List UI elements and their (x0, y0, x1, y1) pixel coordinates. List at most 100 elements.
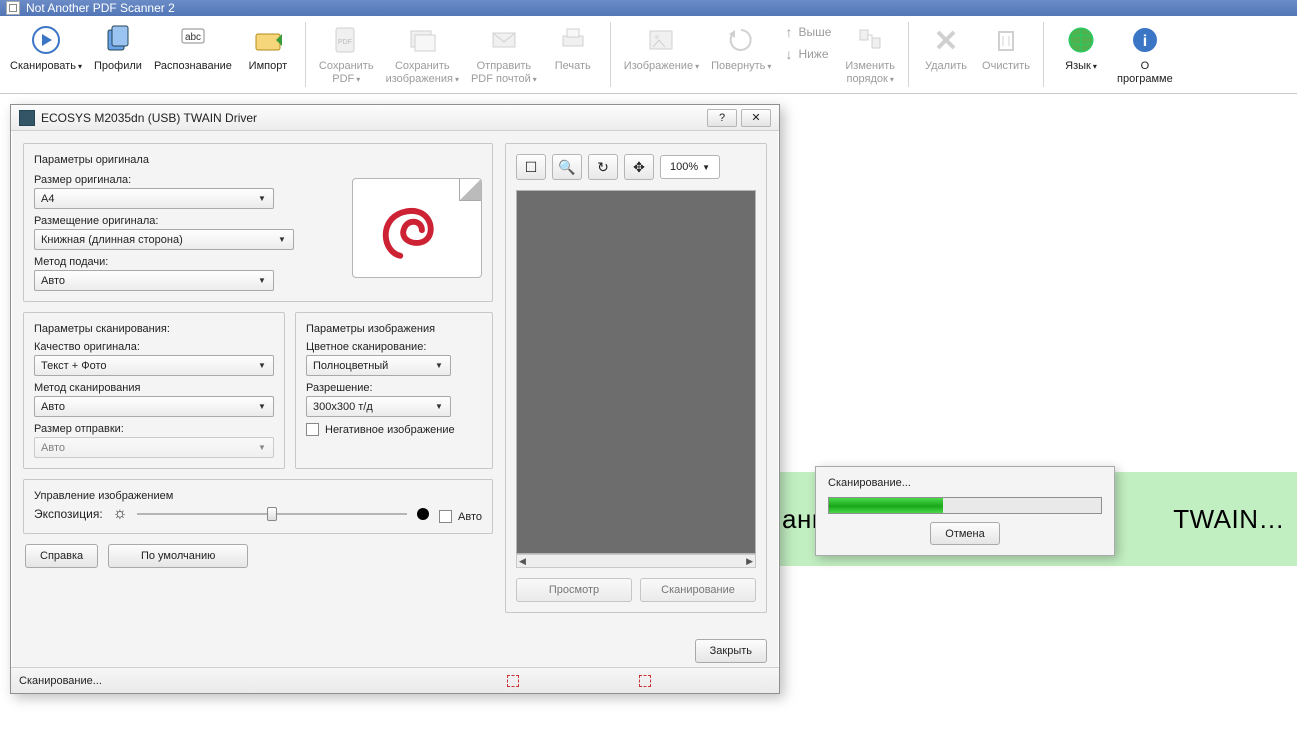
resolution-label: Разрешение: (306, 382, 482, 394)
svg-text:i: i (1143, 33, 1147, 50)
pan-tool[interactable]: ✥ (624, 154, 654, 180)
status-text: Сканирование... (19, 675, 102, 687)
scan-icon (28, 22, 64, 58)
app-titlebar: Not Another PDF Scanner 2 (0, 0, 1297, 16)
cancel-button[interactable]: Отмена (930, 522, 999, 545)
defaults-button[interactable]: По умолчанию (108, 544, 248, 568)
picture-icon (643, 22, 679, 58)
preview-scrollbar[interactable]: ◀▶ (516, 554, 756, 568)
exposure-label: Экспозиция: (34, 507, 103, 521)
move-up-button[interactable]: ↑Выше (781, 22, 835, 42)
chevron-down-icon: ▼ (255, 192, 269, 205)
progress-popup: Сканирование... Отмена (815, 466, 1115, 556)
delete-button[interactable]: Удалить (916, 18, 976, 77)
image-params-header: Параметры изображения (306, 323, 482, 335)
clear-icon (988, 22, 1024, 58)
app-title: Not Another PDF Scanner 2 (26, 1, 175, 15)
resolution-select[interactable]: 300х300 т/д▼ (306, 396, 451, 417)
method-select[interactable]: Авто▼ (34, 396, 274, 417)
zoom-combo[interactable]: 100% ▼ (660, 155, 720, 179)
method-label: Метод сканирования (34, 382, 274, 394)
checkbox-icon (306, 423, 319, 436)
orientation-label: Размещение оригинала: (34, 215, 340, 227)
zoom-tool[interactable]: 🔍 (552, 154, 582, 180)
import-icon (250, 22, 286, 58)
dialog-icon (19, 110, 35, 126)
app-icon (6, 1, 20, 15)
arrow-down-icon: ↓ (785, 46, 792, 62)
preview-panel: ☐ 🔍 ↻ ✥ 100% ▼ ◀▶ Просмотр Сканирование (505, 143, 767, 613)
quality-select[interactable]: Текст + Фото▼ (34, 355, 274, 376)
exposure-slider[interactable] (137, 513, 407, 515)
brightness-high-icon (417, 508, 429, 520)
language-button[interactable]: Язык▾ (1051, 18, 1111, 77)
save-images-button[interactable]: Сохранитьизображения▾ (380, 18, 465, 90)
chevron-down-icon: ▼ (432, 359, 446, 372)
progress-title: Сканирование... (828, 477, 1102, 489)
size-label: Размер оригинала: (34, 174, 340, 186)
reorder-button[interactable]: Изменитьпорядок▾ (839, 18, 901, 90)
preview-canvas[interactable] (516, 190, 756, 554)
profiles-button[interactable]: Профили (88, 18, 148, 77)
scan-params-group: Параметры сканирования: Качество оригина… (23, 312, 285, 469)
chevron-down-icon: ▼ (255, 441, 269, 454)
color-select[interactable]: Полноцветный▼ (306, 355, 451, 376)
import-label: Импорт (249, 60, 287, 73)
chevron-down-icon: ▼ (255, 359, 269, 372)
dialog-statusbar: Сканирование... (11, 667, 779, 693)
print-button[interactable]: Печать (543, 18, 603, 77)
import-button[interactable]: Импорт (238, 18, 298, 77)
feed-label: Метод подачи: (34, 256, 340, 268)
move-group: ↑Выше ↓Ниже (777, 18, 839, 68)
svg-text:abc: abc (185, 32, 201, 43)
rotate-tool[interactable]: ↻ (588, 154, 618, 180)
mail-icon (486, 22, 522, 58)
scan-params-header: Параметры сканирования: (34, 323, 274, 335)
close-button[interactable]: Закрыть (695, 639, 767, 663)
send-size-select: Авто▼ (34, 437, 274, 458)
save-pdf-button[interactable]: PDF СохранитьPDF▾ (313, 18, 380, 90)
chevron-down-icon: ▼ (432, 400, 446, 413)
start-scan-button[interactable]: Сканирование (640, 578, 756, 602)
chevron-down-icon: ▼ (255, 274, 269, 287)
move-down-button[interactable]: ↓Ниже (781, 44, 835, 64)
dialog-titlebar[interactable]: ECOSYS M2035dn (USB) TWAIN Driver ? ✕ (11, 105, 779, 131)
orientation-select[interactable]: Книжная (длинная сторона)▼ (34, 229, 294, 250)
svg-text:PDF: PDF (338, 39, 352, 46)
chevron-down-icon: ▼ (255, 400, 269, 413)
reorder-icon (852, 22, 888, 58)
about-button[interactable]: i Опрограмме (1111, 18, 1179, 90)
image-params-group: Параметры изображения Цветное сканирован… (295, 312, 493, 469)
chevron-down-icon: ▼ (275, 233, 289, 246)
exposure-auto-checkbox[interactable]: Авто (439, 510, 482, 523)
image-menu-button[interactable]: Изображение▾ (618, 18, 705, 77)
progress-bar (828, 497, 1102, 514)
rotate-menu-button[interactable]: Повернуть▾ (705, 18, 777, 77)
clear-button[interactable]: Очистить (976, 18, 1036, 77)
rotate-icon (723, 22, 759, 58)
negative-checkbox[interactable]: Негативное изображение (306, 423, 482, 436)
move-icon: ✥ (633, 159, 645, 176)
orientation-preview (352, 178, 482, 278)
print-icon (555, 22, 591, 58)
close-titlebar-button[interactable]: ✕ (741, 109, 771, 127)
size-select[interactable]: A4▼ (34, 188, 274, 209)
globe-icon (1063, 22, 1099, 58)
ocr-icon: abc (175, 22, 211, 58)
quality-label: Качество оригинала: (34, 341, 274, 353)
magnifier-icon: 🔍 (558, 159, 575, 176)
brightness-low-icon: ☼ (113, 505, 128, 523)
images-icon (404, 22, 440, 58)
preview-button[interactable]: Просмотр (516, 578, 632, 602)
scan-button[interactable]: Сканировать▾ (4, 18, 88, 77)
feed-select[interactable]: Авто▼ (34, 270, 274, 291)
pdf-icon: PDF (328, 22, 364, 58)
strip-text-right: TWAIN… (1173, 504, 1285, 535)
crop-tool[interactable]: ☐ (516, 154, 546, 180)
help-titlebar-button[interactable]: ? (707, 109, 737, 127)
ocr-label: Распознавание (154, 60, 232, 73)
ocr-button[interactable]: abc Распознавание (148, 18, 238, 77)
send-pdf-button[interactable]: ОтправитьPDF почтой▾ (465, 18, 543, 90)
help-button[interactable]: Справка (25, 544, 98, 568)
work-area: ани TWAIN… ECOSYS M2035dn (USB) TWAIN Dr… (0, 94, 1297, 730)
